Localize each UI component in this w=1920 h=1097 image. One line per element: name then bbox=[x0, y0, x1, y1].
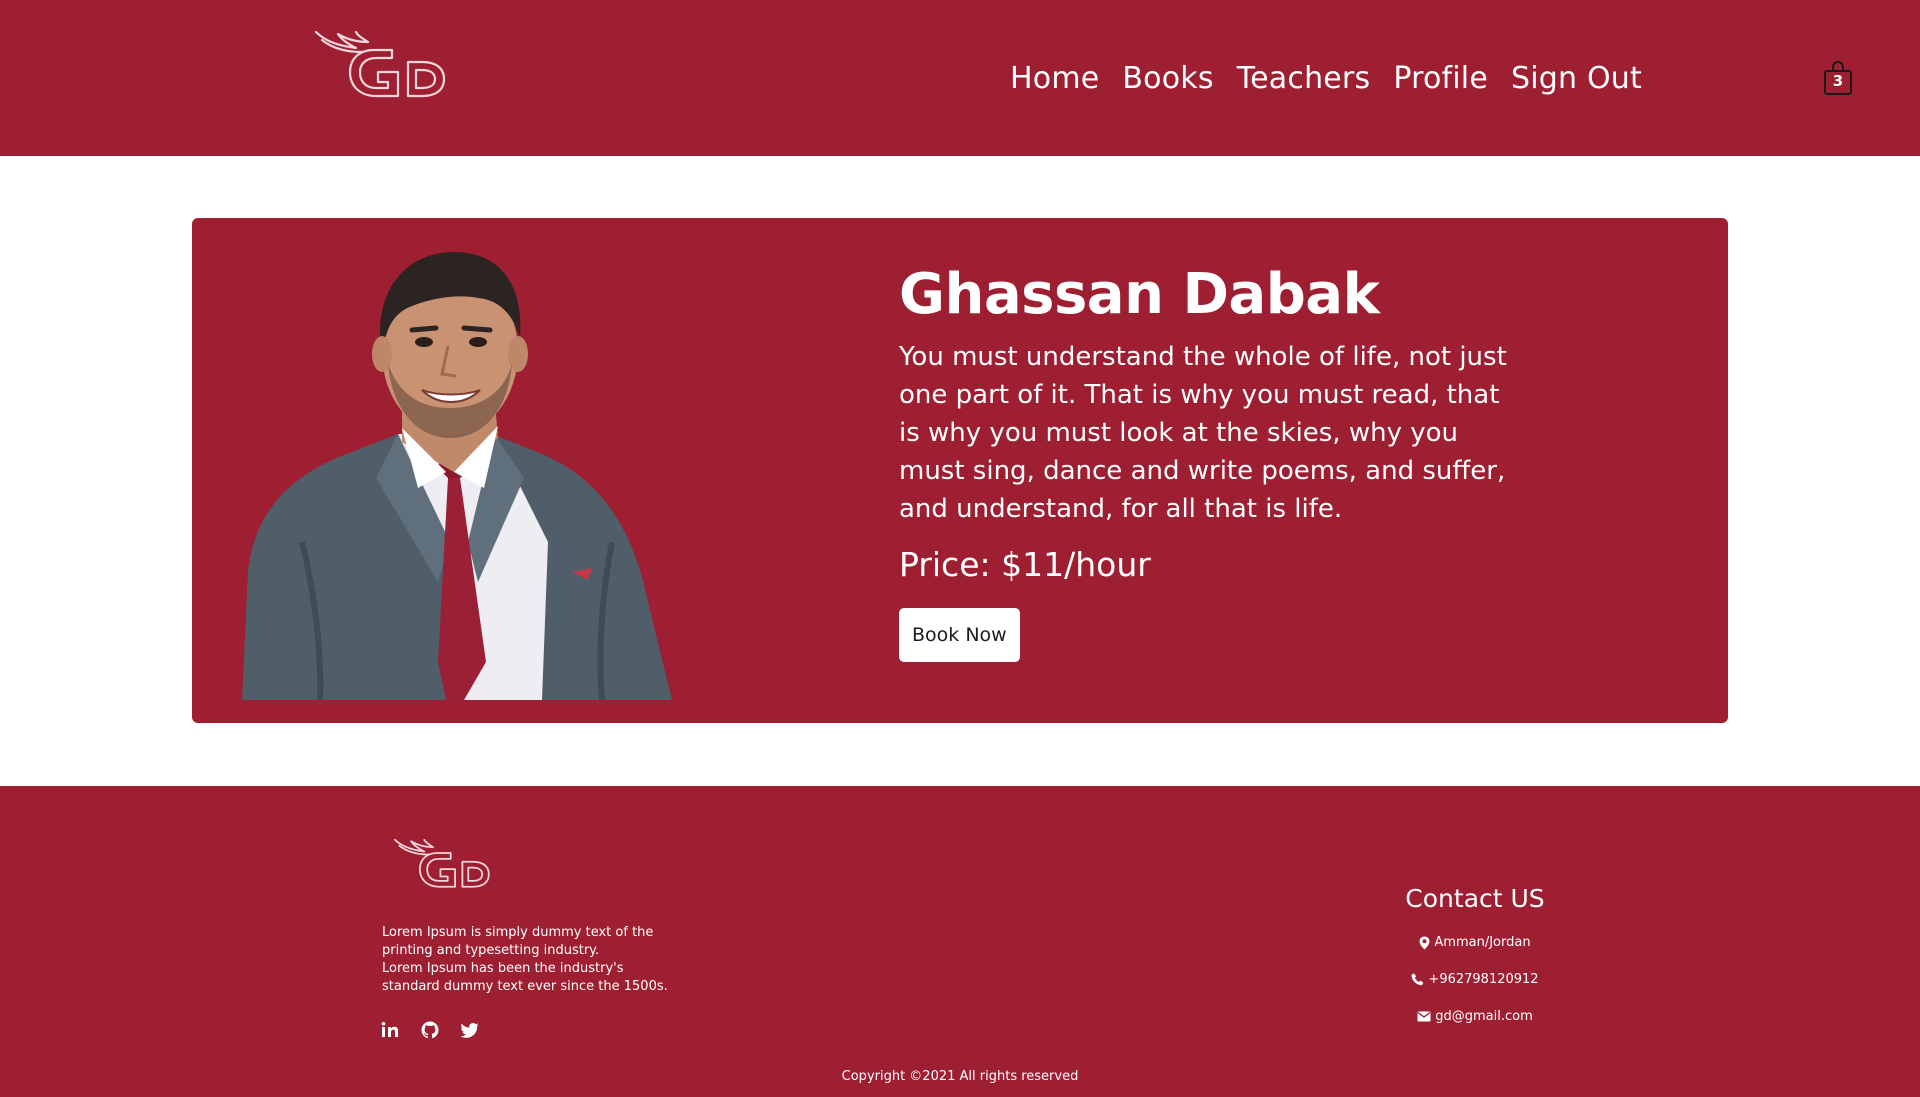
teacher-photo bbox=[242, 252, 672, 700]
nav-profile-link[interactable]: Profile bbox=[1393, 61, 1488, 96]
nav-home-link[interactable]: Home bbox=[1010, 61, 1099, 96]
nav-sign-out-link[interactable]: Sign Out bbox=[1511, 61, 1642, 96]
envelope-icon bbox=[1417, 1011, 1431, 1022]
teacher-quote: You must understand the whole of life, n… bbox=[899, 342, 1507, 524]
twitter-icon[interactable] bbox=[460, 1020, 480, 1040]
contact-email-text[interactable]: gd@gmail.com bbox=[1435, 1008, 1533, 1026]
contact-location-text: Amman/Jordan bbox=[1434, 934, 1531, 950]
copyright-text: Copyright ©2021 All rights reserved bbox=[841, 1069, 1079, 1084]
contact-location: Amman/Jordan bbox=[1380, 924, 1570, 961]
cart-button[interactable]: 3 bbox=[1822, 60, 1854, 96]
book-now-button[interactable]: Book Now bbox=[899, 608, 1020, 662]
main-nav: Home Books Teachers Profile Sign Out bbox=[1010, 56, 1642, 100]
cart-count-badge: 3 bbox=[1832, 72, 1844, 90]
footer-about-line-2: Lorem Ipsum has been the industry's stan… bbox=[382, 961, 668, 994]
contact-phone: +962798120912 bbox=[1380, 961, 1570, 998]
gd-logo-icon[interactable] bbox=[312, 26, 462, 104]
teacher-price: Price: $11/hour bbox=[899, 545, 1151, 584]
linkedin-icon[interactable] bbox=[380, 1020, 400, 1040]
teacher-card: Ghassan Dabak You must understand the wh… bbox=[192, 218, 1728, 723]
footer-gd-logo-icon[interactable] bbox=[392, 828, 502, 900]
teacher-info: Ghassan Dabak You must understand the wh… bbox=[899, 260, 1519, 662]
social-links bbox=[380, 1020, 480, 1040]
site-footer: Lorem Ipsum is simply dummy text of the … bbox=[0, 786, 1920, 1097]
site-header: Home Books Teachers Profile Sign Out 3 bbox=[0, 0, 1920, 156]
contact-email: gd@gmail.com bbox=[1380, 998, 1570, 1035]
nav-books-link[interactable]: Books bbox=[1122, 61, 1213, 96]
contact-title: Contact US bbox=[1405, 884, 1545, 913]
contact-section: Contact US Amman/Jordan +962798120912 gd… bbox=[1380, 882, 1570, 1035]
nav-teachers-link[interactable]: Teachers bbox=[1237, 61, 1371, 96]
contact-phone-text: +962798120912 bbox=[1428, 971, 1539, 987]
phone-icon bbox=[1411, 973, 1424, 986]
footer-about: Lorem Ipsum is simply dummy text of the … bbox=[382, 924, 682, 996]
teacher-name: Ghassan Dabak bbox=[899, 262, 1380, 327]
github-icon[interactable] bbox=[420, 1020, 440, 1040]
footer-about-line-1: Lorem Ipsum is simply dummy text of the … bbox=[382, 925, 654, 958]
map-pin-icon bbox=[1419, 936, 1430, 949]
